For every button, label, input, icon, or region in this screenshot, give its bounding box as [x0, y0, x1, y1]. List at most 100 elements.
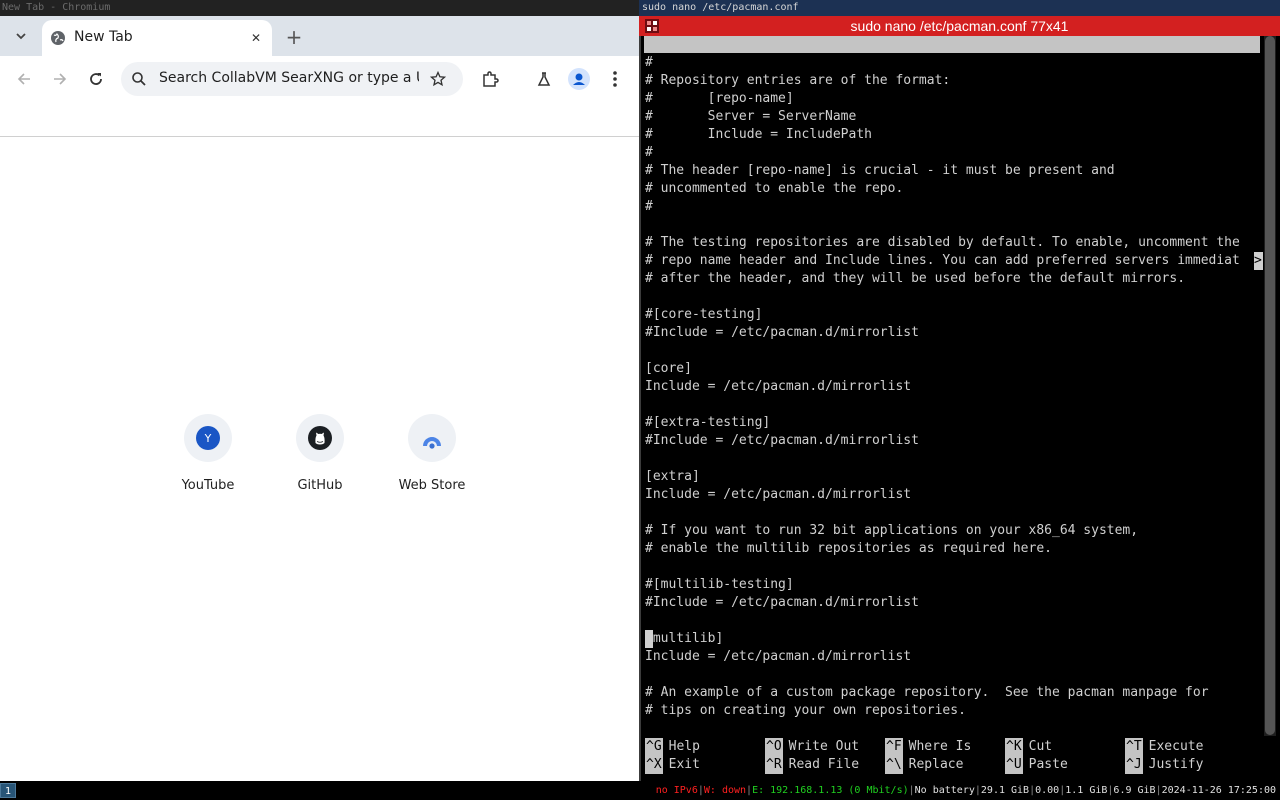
editor-line: # The header [repo-name] is crucial - it…	[645, 163, 1115, 178]
editor-line: # The testing repositories are disabled …	[645, 235, 1240, 250]
editor-line: [core]	[645, 361, 692, 376]
nano-editor[interactable]: GNU nano 8.2 /etc/pacman.conf # # Reposit…	[639, 36, 1280, 781]
scrollbar-thumb[interactable]	[1265, 36, 1275, 735]
search-icon	[132, 72, 146, 86]
back-button[interactable]	[12, 67, 36, 91]
shortcut-paste[interactable]: ^U Paste	[1005, 756, 1068, 774]
editor-line: #[extra-testing]	[645, 415, 771, 430]
shortcut-where-is[interactable]: ^F Where Is	[885, 738, 971, 756]
shortcut-key: ^O	[765, 738, 783, 756]
shortcut-icon-container: Y	[184, 414, 232, 462]
status-item: 2024-11-26 17:25:00	[1161, 785, 1276, 796]
editor-line: Include = /etc/pacman.d/mirrorlist	[645, 379, 912, 394]
nano-shortcut-bar: ^G Help ^O Write Out ^F Where Is ^K Cut ^T Execut…	[645, 738, 1261, 778]
status-item: No battery	[914, 785, 975, 796]
status-item: 1.1 GiB	[1065, 785, 1108, 796]
profile-button[interactable]	[567, 67, 591, 91]
nano-text-area[interactable]: # # Repository entries are of the format:…	[645, 54, 1261, 720]
editor-line: # Include = IncludePath	[645, 127, 872, 142]
reload-button[interactable]	[84, 67, 108, 91]
editor-line: # after the header, and they will be use…	[645, 271, 1186, 286]
tab-search-button[interactable]	[10, 25, 32, 47]
shortcut-youtube[interactable]: Y YouTube	[152, 414, 264, 504]
shortcut-justify[interactable]: ^J Justify	[1125, 756, 1203, 774]
shortcut-label: GitHub	[297, 478, 343, 493]
avatar-icon	[568, 68, 590, 90]
shortcut-label: Paste	[1028, 757, 1068, 772]
shortcut-label: YouTube	[181, 478, 235, 493]
plus-icon: +	[285, 25, 303, 49]
youtube-letter: Y	[204, 432, 212, 445]
shortcut-execute[interactable]: ^T Execute	[1125, 738, 1203, 756]
shortcut-label: Web Store	[398, 478, 466, 493]
shortcut-label: Execute	[1148, 739, 1204, 754]
bookmark-button[interactable]	[428, 69, 448, 89]
editor-line: # enable the multilib repositories as re…	[645, 541, 1052, 556]
forward-button[interactable]	[48, 67, 72, 91]
shortcut-key: ^X	[645, 756, 663, 774]
terminal-window: sudo nano /etc/pacman.conf sudo nano /et…	[639, 0, 1280, 781]
omnibox[interactable]	[121, 62, 463, 96]
editor-line: Include = /etc/pacman.d/mirrorlist	[645, 487, 912, 502]
shortcut-key: ^\	[885, 756, 903, 774]
editor-line: Include = /etc/pacman.d/mirrorlist	[645, 649, 912, 664]
editor-line: # uncommented to enable the repo.	[645, 181, 904, 196]
close-icon: ✕	[250, 31, 262, 45]
toolbar-divider	[0, 136, 639, 137]
status-item: W: down	[703, 785, 747, 796]
editor-line: [multilib]	[645, 631, 724, 646]
extensions-button[interactable]	[478, 67, 502, 91]
arrow-left-icon	[17, 73, 30, 85]
editor-line: #[multilib-testing]	[645, 577, 794, 592]
tab-title: New Tab	[74, 29, 133, 45]
arrow-right-icon	[54, 73, 67, 85]
scrollbar[interactable]	[1264, 36, 1276, 736]
tab-close-button[interactable]: ✕	[247, 29, 265, 47]
editor-line: #[core-testing]	[645, 307, 763, 322]
editor-line: # An example of a custom package reposit…	[645, 685, 1209, 700]
terminal-window-title: sudo nano /etc/pacman.conf	[639, 0, 1280, 16]
editor-line: #	[645, 199, 653, 214]
terminal-app-icon	[645, 19, 659, 33]
editor-line: # [repo-name]	[645, 91, 794, 106]
status-item: 29.1 GiB	[980, 785, 1030, 796]
shortcut-label: Write Out	[788, 739, 860, 754]
terminal-header: sudo nano /etc/pacman.conf 77x41	[639, 16, 1280, 36]
tab-new-tab[interactable]: New Tab ✕	[42, 20, 272, 56]
shortcut-icon-container	[408, 414, 456, 462]
kebab-menu-icon	[613, 71, 617, 87]
editor-line: # Repository entries are of the format:	[645, 73, 951, 88]
tab-strip: New Tab ✕ +	[0, 16, 639, 56]
new-tab-button[interactable]: +	[282, 25, 306, 49]
workspace-button[interactable]: 1	[0, 783, 16, 798]
menu-button[interactable]	[603, 67, 627, 91]
shortcut-key: ^K	[1005, 738, 1023, 756]
shortcut-web-store[interactable]: Web Store	[376, 414, 488, 504]
labs-button[interactable]	[532, 67, 556, 91]
shortcut-github[interactable]: GitHub	[264, 414, 376, 504]
shortcut-key: ^T	[1125, 738, 1143, 756]
editor-line: # If you want to run 32 bit applications…	[645, 523, 1139, 538]
shortcut-help[interactable]: ^G Help	[645, 738, 700, 756]
i3-status-bar: 1 no IPv6|W: down|E: 192.168.1.13 (0 Mbi…	[0, 781, 1280, 800]
shortcut-label: Read File	[788, 757, 860, 772]
shortcut-exit[interactable]: ^X Exit	[645, 756, 700, 774]
shortcut-replace[interactable]: ^\ Replace	[885, 756, 963, 774]
shortcut-label: Replace	[908, 757, 964, 772]
status-item: E: 192.168.1.13 (0 Mbit/s)	[752, 785, 909, 796]
shortcut-read-file[interactable]: ^R Read File	[765, 756, 859, 774]
shortcut-label: Help	[668, 739, 700, 754]
chevron-down-icon	[16, 33, 26, 40]
shortcut-write-out[interactable]: ^O Write Out	[765, 738, 859, 756]
shortcut-key: ^U	[1005, 756, 1023, 774]
shortcut-cut[interactable]: ^K Cut	[1005, 738, 1052, 756]
address-input[interactable]	[159, 70, 419, 86]
editor-line: #	[645, 55, 653, 70]
shortcut-key: ^J	[1125, 756, 1143, 774]
